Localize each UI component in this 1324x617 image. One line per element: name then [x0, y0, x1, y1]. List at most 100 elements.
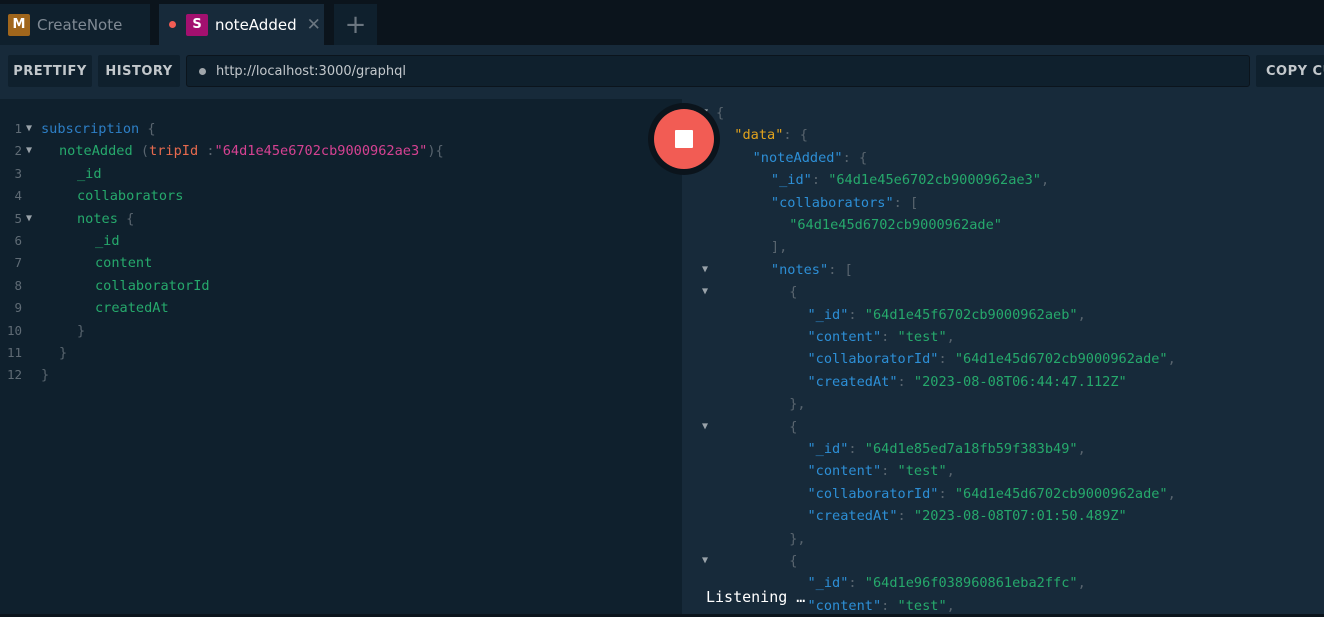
token-val: "64d1e85ed7a18fb59f383b49"	[864, 441, 1078, 457]
token-field: collaborators	[77, 188, 184, 205]
token-punc: : [	[893, 194, 919, 211]
token-punc: ,	[1167, 351, 1176, 368]
endpoint-url: http://localhost:3000/graphql	[216, 63, 406, 79]
token-punc: {	[139, 121, 156, 137]
token-punc: :	[198, 143, 215, 160]
fold-arrow-icon[interactable]: ▼	[26, 208, 32, 230]
token-punc: },	[789, 396, 806, 413]
plus-icon: +	[344, 9, 367, 40]
fold-arrow-icon[interactable]: ▼	[26, 140, 32, 162]
token-punc: ,	[1077, 575, 1086, 592]
tab-noteadded[interactable]: S noteAdded ✕	[159, 4, 324, 45]
token-punc: :	[897, 508, 914, 525]
token-val: "64d1e96f038960861eba2ffc"	[864, 575, 1078, 592]
token-punc: (	[132, 143, 150, 160]
token-punc: :	[881, 463, 898, 480]
token-punc: ,	[1040, 172, 1050, 189]
token-key: "createdAt"	[807, 373, 898, 390]
token-arg: tripId	[149, 143, 199, 160]
toolbar: PRETTIFY HISTORY http://localhost:3000/g…	[0, 45, 1324, 99]
token-key: "createdAt"	[807, 508, 898, 525]
token-val: "64d1e45d6702cb9000962ade"	[954, 485, 1168, 502]
stop-subscription-button[interactable]	[648, 103, 720, 175]
token-punc: :	[881, 597, 898, 614]
token-punc: :	[881, 329, 898, 345]
token-punc: {	[716, 105, 725, 121]
status-dot-icon	[199, 67, 206, 75]
token-punc: :	[938, 351, 955, 368]
fold-arrow-icon[interactable]: ▼	[702, 281, 708, 303]
token-key: "content"	[807, 329, 882, 345]
line-number: 10	[6, 322, 22, 338]
token-field: notes	[77, 210, 118, 227]
token-val: "test"	[897, 329, 947, 345]
line-number: 7	[14, 255, 22, 271]
stop-icon	[675, 130, 693, 148]
history-button[interactable]: HISTORY	[98, 55, 180, 87]
token-val: "64d1e45e6702cb9000962ae3"	[828, 172, 1041, 189]
query-editor[interactable]: 1 ▼ subscription {2 ▼ noteAdded (tripId :"64…	[0, 99, 682, 614]
token-field: collaboratorId	[95, 277, 210, 294]
token-punc: : {	[783, 127, 808, 144]
token-punc: }	[77, 322, 86, 339]
unsaved-dot-icon	[169, 21, 176, 28]
token-punc: :	[848, 575, 865, 592]
token-punc: :	[848, 306, 865, 323]
line-number: 12	[6, 367, 22, 383]
status-text: Listening …	[706, 588, 806, 606]
token-key: "_id"	[807, 306, 849, 323]
token-punc: }	[59, 345, 68, 361]
token-key: "collaboratorId"	[807, 351, 939, 368]
token-punc: :	[897, 373, 914, 390]
fold-arrow-icon[interactable]: ▼	[702, 416, 708, 438]
token-field: _id	[77, 165, 102, 182]
new-tab-button[interactable]: +	[334, 4, 377, 45]
tab-createnote[interactable]: M CreateNote	[0, 4, 150, 45]
token-field: noteAdded	[59, 143, 133, 160]
token-val: "2023-08-08T06:44:47.112Z"	[913, 373, 1127, 390]
fold-arrow-icon[interactable]: ▼	[702, 550, 708, 572]
token-punc: ){	[427, 143, 444, 160]
token-punc: },	[789, 530, 806, 547]
token-punc: : {	[842, 149, 868, 166]
line-number: 4	[14, 188, 22, 204]
token-key: "_id"	[807, 575, 849, 592]
token-punc: }	[41, 367, 50, 384]
tab-label: CreateNote	[37, 15, 123, 34]
line-number: 2	[14, 143, 22, 159]
line-number: 8	[14, 277, 22, 293]
token-punc: ,	[946, 329, 955, 345]
token-key: "noteAdded"	[752, 149, 843, 166]
result-viewer[interactable]: ▼{"data": {"noteAdded": {"_id": "64d1e45…	[682, 99, 1324, 614]
token-val: "64d1e45d6702cb9000962ade"	[789, 217, 1002, 233]
token-str: "64d1e45e6702cb9000962ae3"	[214, 143, 428, 160]
mutation-badge: M	[8, 13, 30, 36]
prettify-button[interactable]: PRETTIFY	[8, 55, 92, 87]
token-field: createdAt	[95, 300, 169, 317]
token-val: "64d1e45f6702cb9000962aeb"	[864, 306, 1078, 323]
token-punc: ,	[1167, 485, 1176, 502]
token-key: "collaborators"	[770, 194, 894, 211]
token-val: "2023-08-08T07:01:50.489Z"	[913, 508, 1127, 525]
token-punc: {	[789, 284, 798, 301]
token-key: "content"	[807, 597, 882, 614]
token-punc: ,	[1077, 441, 1086, 457]
token-key: "notes"	[770, 261, 829, 278]
token-punc: : [	[828, 261, 853, 278]
endpoint-url-input[interactable]: http://localhost:3000/graphql	[186, 55, 1250, 87]
fold-arrow-icon[interactable]: ▼	[702, 259, 708, 281]
token-field: _id	[95, 233, 120, 249]
copy-curl-button[interactable]: COPY CU	[1256, 55, 1324, 87]
line-number: 9	[14, 300, 22, 316]
token-punc: {	[117, 210, 135, 227]
token-punc: :	[811, 172, 829, 189]
tab-label: noteAdded	[215, 15, 297, 34]
token-key: "_id"	[807, 441, 849, 457]
line-number: 1	[14, 121, 22, 136]
token-val: "test"	[897, 597, 947, 614]
close-icon[interactable]: ✕	[307, 15, 321, 35]
token-val: "test"	[897, 463, 947, 480]
token-punc: {	[789, 553, 798, 569]
token-punc: ,	[946, 463, 955, 480]
fold-arrow-icon[interactable]: ▼	[26, 118, 32, 140]
